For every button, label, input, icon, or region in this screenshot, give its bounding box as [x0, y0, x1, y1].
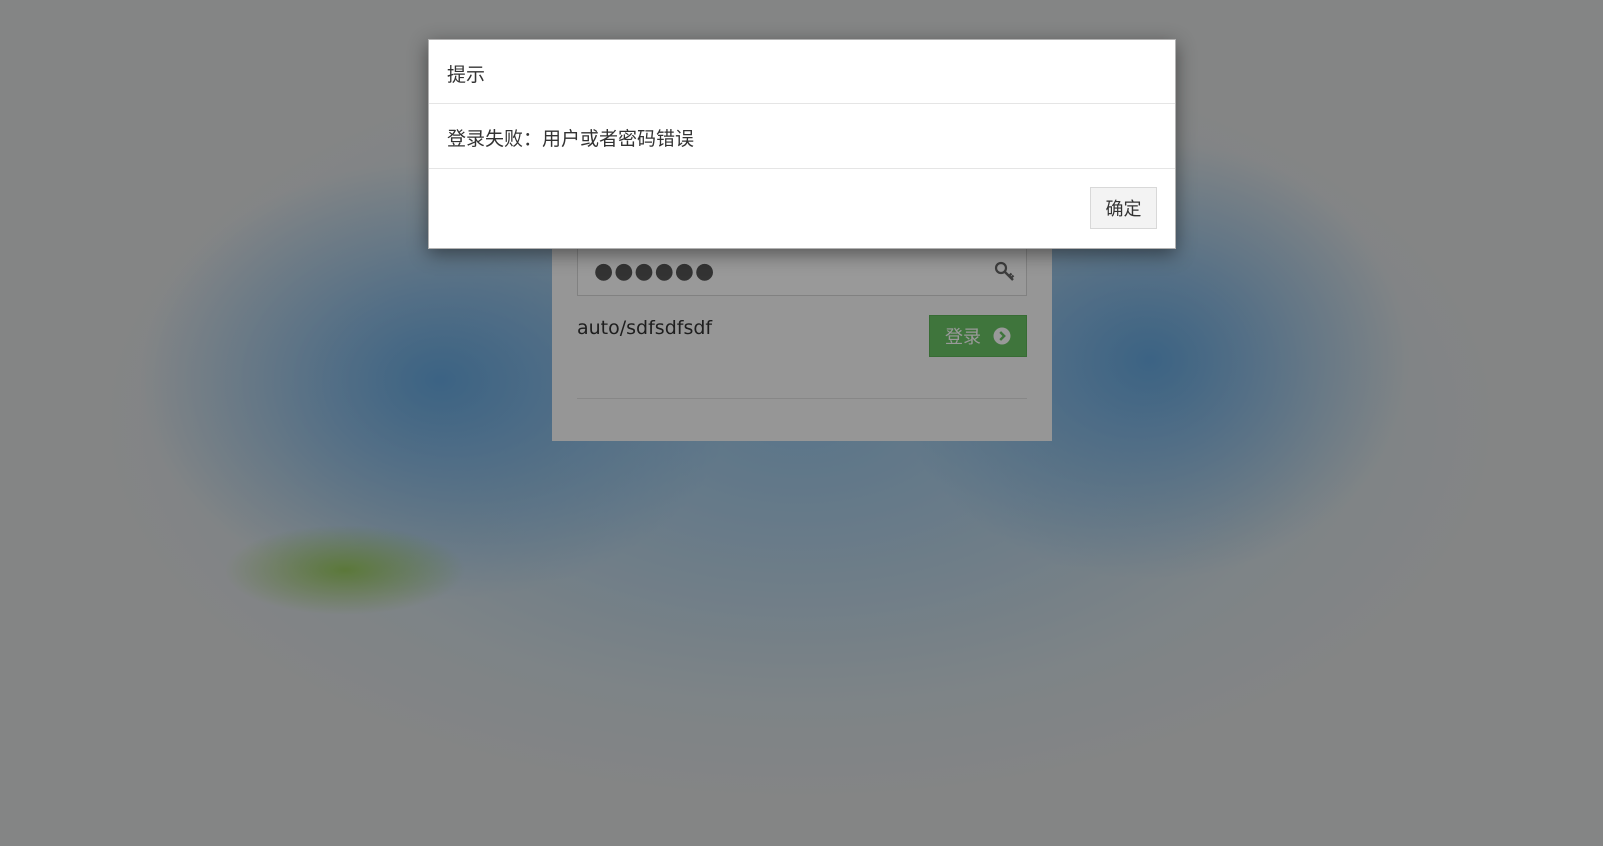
dialog-body: 登录失败：用户或者密码错误 [429, 104, 1175, 169]
ok-button[interactable]: 确定 [1090, 187, 1157, 229]
dialog-header: 提示 [429, 40, 1175, 104]
dialog-title: 提示 [447, 64, 486, 86]
alert-dialog: 提示 登录失败：用户或者密码错误 确定 [428, 39, 1176, 249]
dialog-footer: 确定 [429, 169, 1175, 248]
dialog-message: 登录失败：用户或者密码错误 [447, 128, 695, 150]
